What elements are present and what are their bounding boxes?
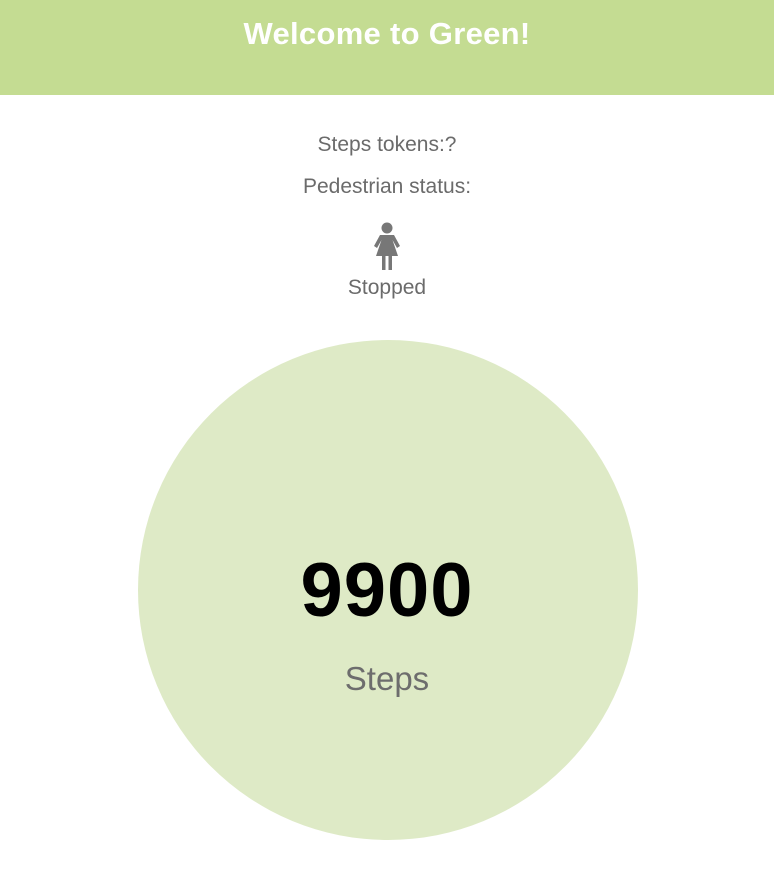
app-screen: Welcome to Green! Steps tokens:? Pedestr… <box>0 0 774 882</box>
pedestrian-icon <box>374 222 400 270</box>
header-title: Welcome to Green! <box>243 15 531 51</box>
step-unit-label: Steps <box>344 660 430 697</box>
pedestrian-status-label: Pedestrian status: <box>302 175 472 198</box>
steps-tokens-label: Steps tokens:? <box>317 133 457 156</box>
pedestrian-state: Stopped <box>347 276 427 299</box>
step-count: 9900 <box>300 548 474 633</box>
header-bar: Welcome to Green! <box>0 0 774 95</box>
